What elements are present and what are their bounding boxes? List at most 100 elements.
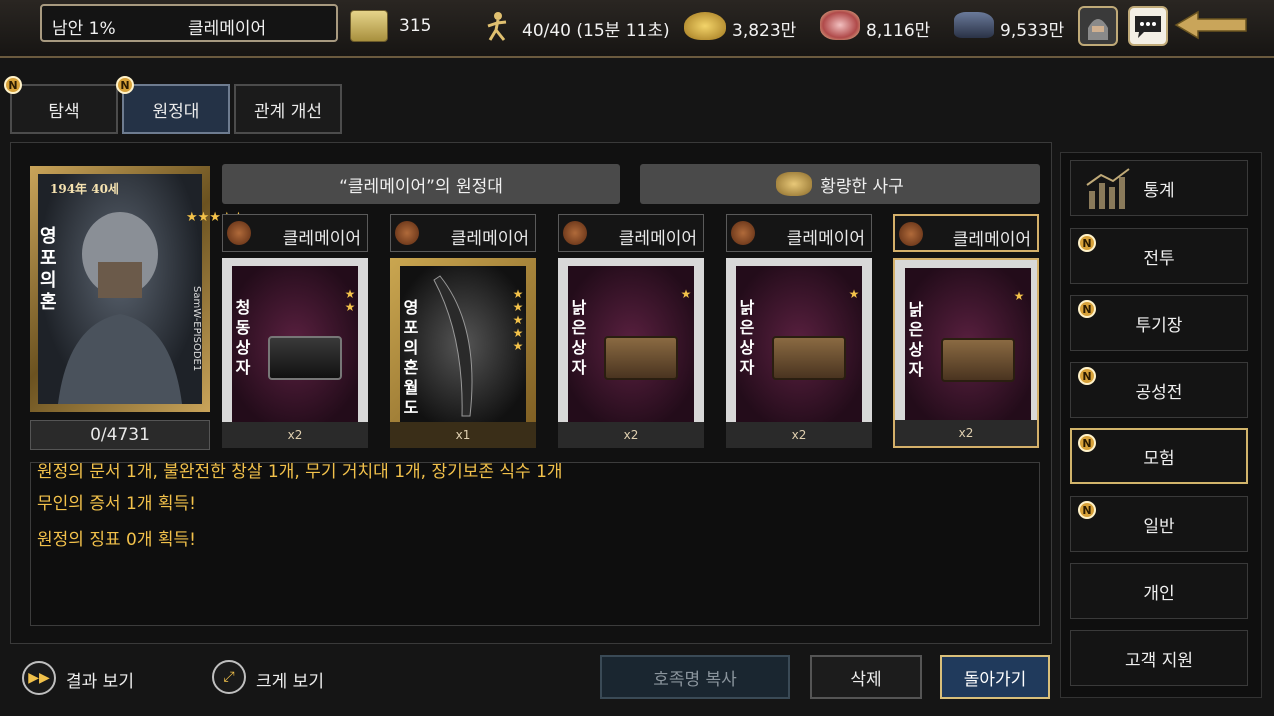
arrow-left-icon (1174, 10, 1247, 40)
menu-new-badge: N (1078, 234, 1096, 252)
wooden-chest-icon (772, 336, 846, 380)
log-line: 무인의 증서 1개 획득! (37, 494, 196, 514)
card-item-name: 영포의혼월도 (403, 298, 419, 417)
card-stars: ★ (848, 287, 860, 301)
hero-card[interactable]: 194年 40세 영포의혼 ★★★★★ SamW-EPISODE1 (30, 166, 244, 412)
reward-card-2[interactable]: 영포의혼월도 ★ ★ ★ ★ ★ x1 (390, 258, 536, 448)
menu-label: 개인 (1143, 583, 1175, 604)
ore-icon (954, 12, 994, 38)
coin-icon (563, 221, 587, 245)
tab-relations[interactable]: 관계 개선 (234, 84, 342, 134)
tab-expedition-label: 원정대 (152, 101, 200, 122)
slot-owner-name: 클레메이어 (282, 229, 361, 249)
tab-expedition-new-badge: N (116, 76, 134, 94)
gold-value: 3,823만 (732, 21, 797, 41)
slot-owner-name: 클레메이어 (952, 230, 1031, 250)
reward-card-1[interactable]: 청동상자 ★ ★ x2 (222, 258, 368, 448)
fast-forward-icon: ▶▶ (28, 670, 50, 686)
tab-explore[interactable]: 탐색 (10, 84, 118, 134)
menu-label: 전투 (1143, 248, 1175, 269)
ore-value: 9,533만 (1000, 21, 1065, 41)
log-line: 원정의 징표 0개 획득! (37, 530, 196, 550)
menu-general[interactable]: 일반 (1070, 496, 1248, 552)
menu-label: 통계 (1143, 180, 1175, 201)
slot-owner-name: 클레메이어 (618, 229, 697, 249)
card-quantity: x2 (558, 422, 704, 448)
slot-owner-5: 클레메이어 (893, 214, 1039, 252)
tab-explore-label: 탐색 (48, 101, 80, 122)
return-button[interactable]: 돌아가기 (940, 655, 1050, 699)
helmet-icon (1088, 19, 1108, 40)
back-arrow-button[interactable] (1174, 10, 1248, 40)
menu-new-badge: N (1078, 367, 1096, 385)
result-view-label[interactable]: 결과 보기 (66, 667, 134, 692)
slot-owner-4: 클레메이어 (726, 214, 872, 252)
menu-new-badge: N (1078, 434, 1096, 452)
log-line: 원정의 문서 1개, 불완전한 창살 1개, 무기 거치대 1개, 장기보존 식… (37, 462, 563, 482)
coin-icon (731, 221, 755, 245)
card-quantity: x2 (726, 422, 872, 448)
menu-customer-support[interactable]: 고객 지원 (1070, 630, 1248, 686)
reward-card-5[interactable]: 낡은상자 ★ x2 (893, 258, 1039, 448)
player-rank: 남안 1% (52, 19, 116, 39)
slot-owner-1: 클레메이어 (222, 214, 368, 252)
card-item-name: 낡은상자 (571, 298, 587, 377)
zoom-view-button[interactable]: ⤢ (212, 660, 246, 694)
gold-icon (684, 12, 726, 40)
card-stars: ★ ★ ★ ★ ★ (512, 287, 524, 353)
armored-warrior-icon (58, 212, 182, 404)
scroll-icon (350, 10, 388, 42)
wooden-chest-icon (941, 338, 1015, 382)
reward-card-3[interactable]: 낡은상자 ★ x2 (558, 258, 704, 448)
food-icon (820, 10, 860, 40)
zoom-view-label[interactable]: 크게 보기 (256, 667, 324, 692)
destination-name: 황량한 사구 (820, 176, 904, 197)
card-stars: ★ ★ (344, 287, 356, 314)
result-log[interactable]: 원정의 문서 1개, 불완전한 창살 1개, 무기 거치대 1개, 장기보존 식… (30, 462, 1040, 626)
card-item-name: 청동상자 (235, 298, 251, 377)
expedition-title: “클레메이어”의 원정대 (222, 164, 620, 204)
result-view-button[interactable]: ▶▶ (22, 661, 56, 695)
card-item-name: 낡은상자 (739, 298, 755, 377)
hero-series: SamW-EPISODE1 (191, 286, 202, 372)
slot-owner-3: 클레메이어 (558, 214, 704, 252)
card-stars: ★ (1013, 289, 1025, 303)
player-name: 클레메이어 (188, 19, 267, 39)
wooden-chest-icon (604, 336, 678, 380)
delete-button[interactable]: 삭제 (810, 655, 922, 699)
profile-button[interactable] (1078, 6, 1118, 46)
reward-card-4[interactable]: 낡은상자 ★ x2 (726, 258, 872, 448)
chart-icon (1086, 168, 1130, 209)
hero-stars: ★★★★★ (186, 210, 244, 225)
chat-bubble-icon (1135, 16, 1161, 38)
coin-icon (899, 222, 923, 246)
card-quantity: x2 (895, 420, 1037, 446)
menu-personal[interactable]: 개인 (1070, 563, 1248, 619)
menu-battle[interactable]: 전투 (1070, 228, 1248, 284)
menu-arena[interactable]: 투기장 (1070, 295, 1248, 351)
menu-new-badge: N (1078, 501, 1096, 519)
menu-label: 고객 지원 (1125, 650, 1193, 671)
food-value: 8,116만 (866, 21, 931, 41)
chat-button[interactable] (1128, 6, 1168, 46)
player-info-box[interactable]: 남안 1% 클레메이어 (40, 4, 338, 42)
copy-name-button[interactable]: 호족명 복사 (600, 655, 790, 699)
menu-new-badge: N (1078, 300, 1096, 318)
hero-portrait (38, 174, 202, 404)
slot-owner-name: 클레메이어 (786, 229, 865, 249)
coin-icon (395, 221, 419, 245)
menu-siege[interactable]: 공성전 (1070, 362, 1248, 418)
slot-owner-name: 클레메이어 (450, 229, 529, 249)
desert-icon (776, 172, 813, 196)
slot-owner-2: 클레메이어 (390, 214, 536, 252)
stamina-value: 40/40 (15분 11초) (522, 21, 670, 41)
tab-expedition[interactable]: 원정대 (122, 84, 230, 134)
destination-bar: 황량한 사구 (640, 164, 1040, 204)
menu-label: 투기장 (1135, 315, 1183, 336)
bronze-chest-icon (268, 336, 342, 380)
menu-statistics[interactable]: 통계 (1070, 160, 1248, 216)
tab-explore-new-badge: N (4, 76, 22, 94)
card-quantity: x1 (390, 422, 536, 448)
menu-adventure[interactable]: 모험 (1070, 428, 1248, 484)
scroll-count: 315 (399, 16, 432, 36)
